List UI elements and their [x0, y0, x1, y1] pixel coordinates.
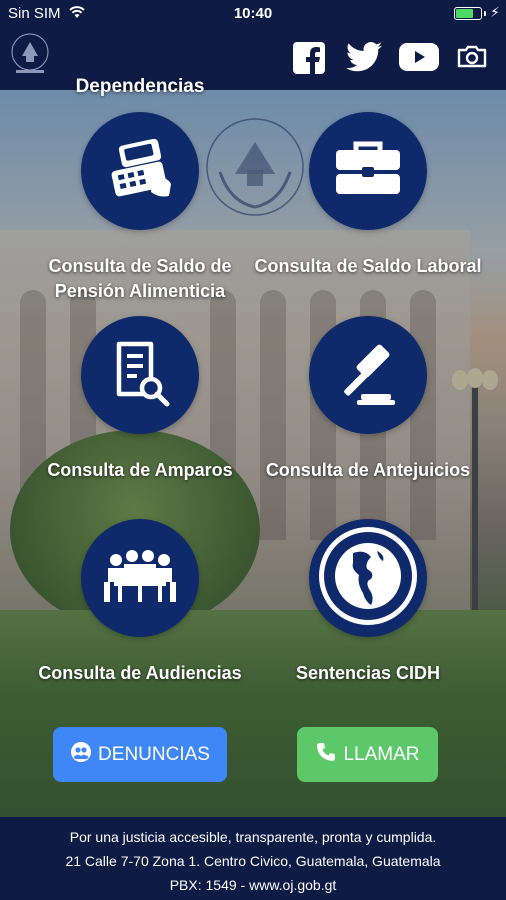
tile-label: Sentencias CIDH	[295, 663, 441, 683]
llamar-label: LLAMAR	[343, 743, 420, 765]
status-bar: Sin SIM 10:40 ⚡	[0, 0, 506, 28]
tile-label: Consulta de Antejuicios	[265, 460, 471, 480]
tile-label: Consulta de Amparos	[47, 460, 233, 480]
document-search-icon	[105, 338, 175, 413]
tile-sentencias-cidh[interactable]: Sentencias CIDH	[248, 519, 488, 686]
tile-antejuicios[interactable]: Consulta de Antejuicios	[248, 316, 488, 483]
footer-slogan: Por una justicia accesible, transparente…	[69, 829, 437, 845]
facebook-icon[interactable]	[292, 41, 328, 75]
clock: 10:40	[233, 5, 273, 22]
dependencias-label[interactable]: Dependencias	[40, 76, 240, 98]
tile-saldo-laboral[interactable]: Consulta de Saldo Laboral	[248, 112, 488, 279]
cidh-seal-icon	[313, 521, 423, 636]
tile-label: Consulta de Saldo de Pensión Alimenticia	[48, 256, 232, 301]
camera-icon[interactable]	[456, 41, 492, 75]
footer-contact[interactable]: PBX: 1549 - www.oj.gob.gt	[0, 873, 506, 897]
charging-icon: ⚡	[490, 4, 500, 20]
cash-register-icon	[95, 124, 185, 219]
tile-label: Consulta de Saldo Laboral	[254, 256, 482, 276]
denuncias-label: DENUNCIAS	[98, 743, 210, 765]
meeting-icon	[100, 546, 180, 611]
youtube-icon[interactable]	[398, 41, 440, 75]
tile-audiencias[interactable]: Consulta de Audiencias	[20, 519, 260, 686]
footer-address: 21 Calle 7-70 Zona 1. Centro Civico, Gua…	[65, 853, 441, 869]
gavel-icon	[331, 336, 405, 415]
battery-icon	[454, 7, 482, 20]
twitter-icon[interactable]	[346, 41, 382, 75]
tile-pension-alimenticia[interactable]: Consulta de Saldo de Pensión Alimenticia	[20, 112, 260, 304]
footer: Por una justicia accesible, transparente…	[0, 817, 506, 900]
organismo-judicial-seal-icon[interactable]	[6, 30, 54, 78]
briefcase-icon	[328, 134, 408, 209]
denuncias-button[interactable]: DENUNCIAS	[53, 727, 227, 782]
phone-icon	[315, 741, 337, 769]
tile-label: Consulta de Audiencias	[38, 663, 242, 683]
llamar-button[interactable]: LLAMAR	[297, 727, 438, 782]
tile-amparos[interactable]: Consulta de Amparos	[20, 316, 260, 483]
people-icon	[70, 741, 92, 769]
